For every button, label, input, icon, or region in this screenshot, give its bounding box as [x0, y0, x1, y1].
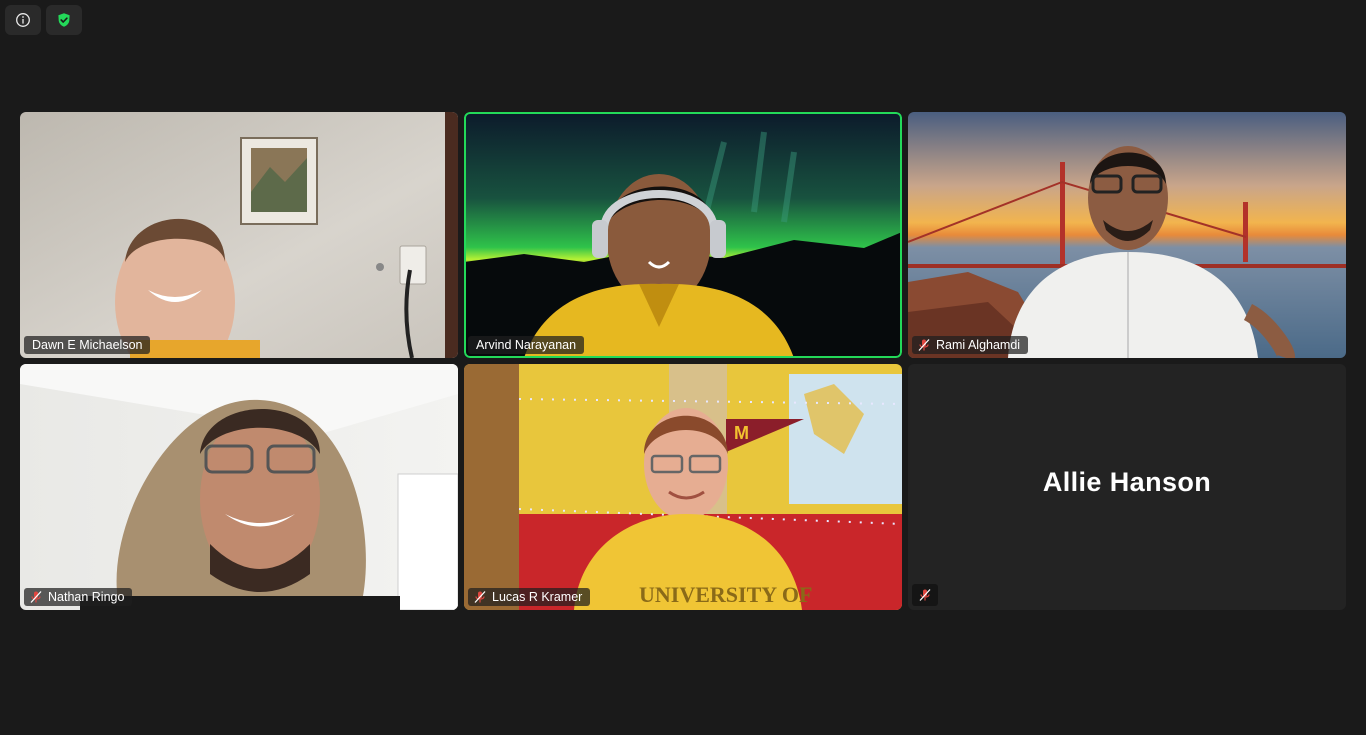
video-tile[interactable]: Dawn E Michaelson: [20, 112, 458, 358]
video-tile-camera-off[interactable]: Allie Hanson: [908, 364, 1346, 610]
participant-display-name: Allie Hanson: [1042, 467, 1212, 497]
participant-name: Nathan Ringo: [48, 590, 125, 604]
participant-name: Rami Alghamdi: [936, 338, 1021, 352]
participant-video: M UNIVERSITY OF: [464, 364, 902, 610]
shield-check-icon: [58, 13, 70, 27]
participant-video: [20, 112, 458, 358]
participant-name-tag: Rami Alghamdi: [912, 336, 1029, 354]
info-icon: [16, 13, 30, 27]
participant-video: [908, 112, 1346, 358]
svg-text:M: M: [734, 423, 749, 443]
video-tile[interactable]: M UNIVERSITY OF Lucas R Kramer: [464, 364, 902, 610]
security-button[interactable]: [46, 5, 82, 35]
video-tile[interactable]: Rami Alghamdi: [908, 112, 1346, 358]
meeting-info-button[interactable]: [5, 5, 41, 35]
muted-mic-icon: [30, 591, 42, 603]
participant-name: Dawn E Michaelson: [32, 338, 143, 352]
muted-indicator: [912, 584, 938, 606]
participant-name-tag: Nathan Ringo: [24, 588, 133, 606]
muted-mic-icon: [918, 339, 930, 351]
participant-video: [20, 364, 458, 610]
participant-name-tag: Dawn E Michaelson: [24, 336, 151, 354]
participant-name-tag: Arvind Narayanan: [468, 336, 585, 354]
muted-mic-icon: [474, 591, 486, 603]
video-tile[interactable]: Nathan Ringo: [20, 364, 458, 610]
participant-name-tag: Lucas R Kramer: [468, 588, 591, 606]
participant-name: Lucas R Kramer: [492, 590, 583, 604]
video-tile-active-speaker[interactable]: Arvind Narayanan: [464, 112, 902, 358]
participant-name: Arvind Narayanan: [476, 338, 577, 352]
svg-text:UNIVERSITY OF: UNIVERSITY OF: [639, 582, 812, 607]
muted-mic-icon: [919, 589, 931, 601]
participant-video: [464, 112, 902, 358]
